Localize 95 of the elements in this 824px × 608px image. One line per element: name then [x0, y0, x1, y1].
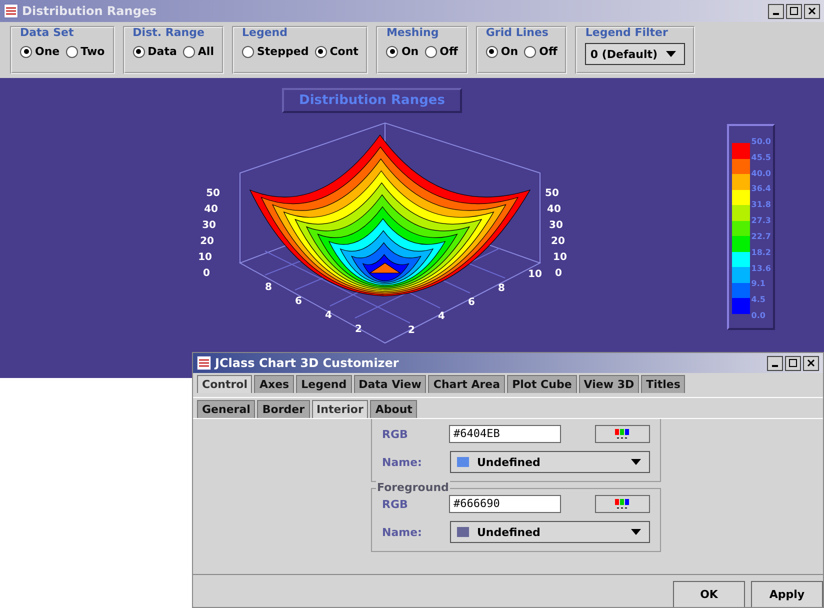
- tab[interactable]: Control: [197, 375, 252, 393]
- color-name-dropdown[interactable]: Undefined: [450, 451, 650, 473]
- radio-option[interactable]: Stepped: [242, 45, 309, 58]
- axis-label: 8: [265, 282, 272, 293]
- legend-label: 36.4: [751, 184, 771, 194]
- group-title: Legend Filter: [585, 26, 669, 39]
- tab[interactable]: View 3D: [578, 375, 640, 393]
- app-icon: [4, 4, 18, 18]
- axis-label: 2: [355, 324, 362, 335]
- close-button[interactable]: [804, 4, 820, 18]
- legend-label: 27.3: [751, 216, 771, 226]
- tab[interactable]: Interior: [312, 400, 368, 418]
- legend-label: 45.5: [751, 152, 771, 162]
- axis-label: 10: [553, 252, 567, 263]
- radio-option[interactable]: One: [20, 45, 60, 58]
- axis-label: 50: [206, 188, 220, 199]
- axis-label: 40: [204, 204, 218, 215]
- window-title: JClass Chart 3D Customizer: [215, 356, 399, 370]
- legend-label: 50.0: [751, 137, 771, 146]
- legend-label: 13.6: [751, 264, 771, 272]
- field-label: RGB: [382, 428, 409, 440]
- maximize-button[interactable]: [785, 356, 801, 370]
- group-title: Meshing: [386, 26, 440, 39]
- tab[interactable]: About: [370, 400, 418, 418]
- maximize-button[interactable]: [786, 4, 802, 18]
- minimize-button[interactable]: [768, 4, 784, 18]
- tab[interactable]: Legend: [296, 375, 352, 393]
- radio-option[interactable]: Two: [66, 45, 105, 58]
- tab[interactable]: Border: [257, 400, 310, 418]
- legend-filter-dropdown[interactable]: 0 (Default): [585, 43, 686, 65]
- axis-label: 20: [200, 236, 214, 247]
- radio-option[interactable]: Cont: [314, 45, 358, 58]
- field-label: RGB: [382, 498, 409, 510]
- axis-label: 10: [198, 252, 212, 263]
- axis-label: 30: [202, 220, 216, 231]
- legend-label: 9.1: [751, 279, 766, 288]
- dialog-button[interactable]: Apply: [751, 581, 823, 607]
- color-picker-button[interactable]: [594, 425, 650, 443]
- tab[interactable]: Data View: [354, 375, 426, 393]
- color-name-dropdown[interactable]: Undefined: [450, 521, 650, 543]
- color-palette-icon: [615, 499, 630, 509]
- axis-label: 0: [555, 268, 562, 279]
- radio-option[interactable]: All: [182, 45, 214, 58]
- maximize-icon: [790, 7, 798, 15]
- caret-icon: [666, 51, 676, 57]
- legend-label: 0.0: [751, 310, 766, 320]
- close-icon: [807, 359, 815, 367]
- radio-option[interactable]: On: [486, 45, 518, 58]
- axis-label: 6: [295, 296, 302, 307]
- caret-icon: [631, 529, 641, 535]
- legend-label: 18.2: [751, 248, 771, 257]
- close-button[interactable]: [803, 356, 819, 370]
- group-title: Legend: [242, 26, 288, 39]
- radio-option[interactable]: Off: [524, 45, 558, 58]
- axis-label: 40: [547, 204, 561, 215]
- rgb-input-field[interactable]: #6404EB: [449, 425, 560, 443]
- minimize-button[interactable]: [767, 356, 783, 370]
- axis-label: 8: [498, 283, 505, 294]
- axis-label: 2: [408, 325, 415, 336]
- axis-label: 10: [528, 269, 542, 280]
- axis-label: 4: [438, 311, 445, 322]
- window-title: Distribution Ranges: [22, 4, 157, 18]
- radio-option[interactable]: On: [386, 45, 419, 58]
- legend-label: 40.0: [751, 168, 771, 178]
- app-icon: [197, 356, 211, 370]
- tab[interactable]: Axes: [254, 375, 294, 393]
- axis-label: 30: [549, 220, 563, 231]
- axis-label: 20: [551, 236, 565, 247]
- caret-icon: [631, 459, 641, 465]
- legend-label: 22.7: [751, 232, 771, 241]
- rgb-input-field[interactable]: #666690: [449, 495, 560, 513]
- axis-label: 6: [468, 297, 475, 308]
- group-title: Foreground: [376, 481, 450, 494]
- group-title: Grid Lines: [486, 26, 550, 39]
- tab[interactable]: Plot Cube: [507, 375, 577, 393]
- tab[interactable]: Titles: [641, 375, 686, 393]
- radio-option[interactable]: Off: [424, 45, 458, 58]
- tab[interactable]: Chart Area: [428, 375, 506, 393]
- maximize-icon: [789, 359, 797, 367]
- axis-label: 0: [203, 268, 210, 279]
- field-label: Name:: [382, 456, 423, 468]
- radio-option[interactable]: Data: [132, 45, 177, 58]
- chart-title: Distribution Ranges: [282, 88, 462, 113]
- legend-label: 31.8: [751, 200, 771, 210]
- axis-label: 50: [545, 188, 559, 199]
- field-label: Name:: [382, 526, 423, 538]
- group-title: Data Set: [20, 26, 75, 39]
- group-title: Dist. Range: [132, 26, 206, 39]
- legend-label: 4.5: [751, 295, 766, 304]
- close-icon: [808, 7, 816, 15]
- color-palette-icon: [615, 429, 630, 439]
- tab[interactable]: General: [197, 400, 256, 418]
- color-picker-button[interactable]: [594, 495, 650, 513]
- axis-label: 4: [325, 310, 332, 321]
- dialog-button[interactable]: OK: [673, 581, 745, 607]
